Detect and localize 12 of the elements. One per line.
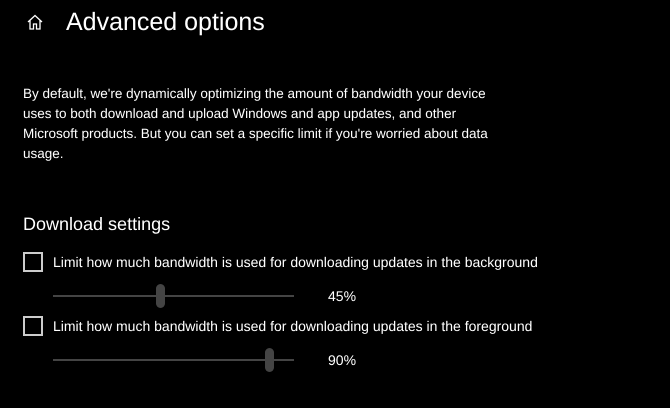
- slider-thumb[interactable]: [156, 284, 166, 308]
- checkbox[interactable]: [23, 316, 43, 336]
- checkbox-label: Limit how much bandwidth is used for downloading updates in the background: [53, 253, 539, 272]
- home-icon[interactable]: [26, 13, 44, 31]
- section-heading: Download settings: [23, 214, 172, 236]
- checkbox-label: Limit how much bandwidth is used for downloading updates in the foreground: [53, 317, 534, 336]
- checkbox[interactable]: [23, 252, 43, 272]
- slider-value: 45%: [328, 288, 356, 304]
- description-text: By default, we're dynamically optimizing the amount of bandwidth your device uses to both download and upload Windows and app updates, and other Microsoft products. But you can set a specific limit if you're worried about data usage.: [23, 85, 489, 163]
- slider-thumb[interactable]: [264, 348, 274, 372]
- slider-value: 90%: [328, 352, 356, 368]
- page-title: Advanced options: [66, 8, 265, 36]
